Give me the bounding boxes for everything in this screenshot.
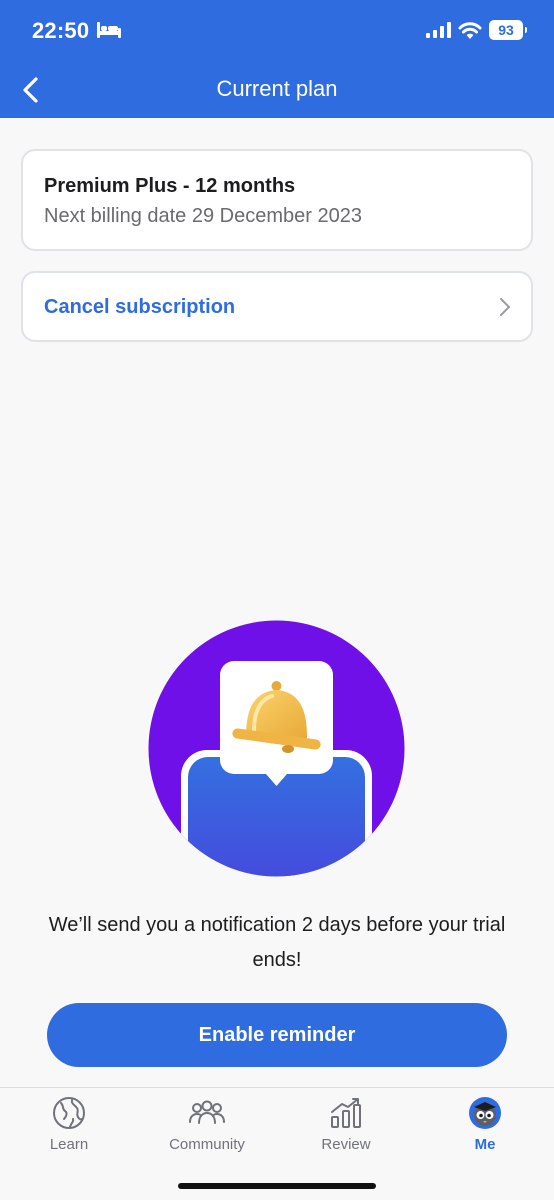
- plan-card: Premium Plus - 12 months Next billing da…: [21, 149, 533, 251]
- tab-community[interactable]: Community: [152, 1096, 262, 1158]
- avatar-icon: [469, 1097, 501, 1129]
- cancel-subscription-label: Cancel subscription: [44, 296, 236, 318]
- chevron-right-icon: [500, 298, 510, 316]
- plan-name: Premium Plus - 12 months: [44, 175, 296, 197]
- billing-date: Next billing date 29 December 2023: [44, 205, 362, 227]
- tab-label: Me: [474, 1136, 496, 1153]
- reminder-message: We’ll send you a notification 2 days bef…: [48, 914, 506, 971]
- tab-label: Review: [321, 1136, 371, 1153]
- tab-label: Learn: [49, 1136, 89, 1153]
- tab-learn[interactable]: Learn: [14, 1096, 124, 1158]
- bed-icon: [97, 22, 121, 38]
- reminder-illustration: [148, 620, 405, 877]
- tab-label: Community: [169, 1136, 245, 1153]
- signal-icon: [426, 22, 451, 38]
- home-indicator[interactable]: [178, 1183, 376, 1189]
- battery-level: 93: [498, 22, 514, 38]
- enable-reminder-button[interactable]: Enable reminder: [47, 1003, 507, 1067]
- page-title: Current plan: [216, 76, 338, 101]
- battery-icon: 93: [489, 20, 527, 40]
- bar-chart-icon: [331, 1098, 361, 1128]
- tab-review[interactable]: Review: [291, 1096, 401, 1158]
- wifi-icon: [458, 22, 482, 39]
- status-bar: 22:50 93: [0, 0, 554, 62]
- people-icon: [189, 1100, 225, 1124]
- status-time: 22:50: [32, 18, 90, 43]
- tab-me[interactable]: Me: [430, 1096, 540, 1158]
- nav-bar: Current plan: [0, 62, 554, 118]
- globe-icon: [53, 1097, 85, 1129]
- cancel-subscription-button[interactable]: Cancel subscription: [21, 271, 533, 342]
